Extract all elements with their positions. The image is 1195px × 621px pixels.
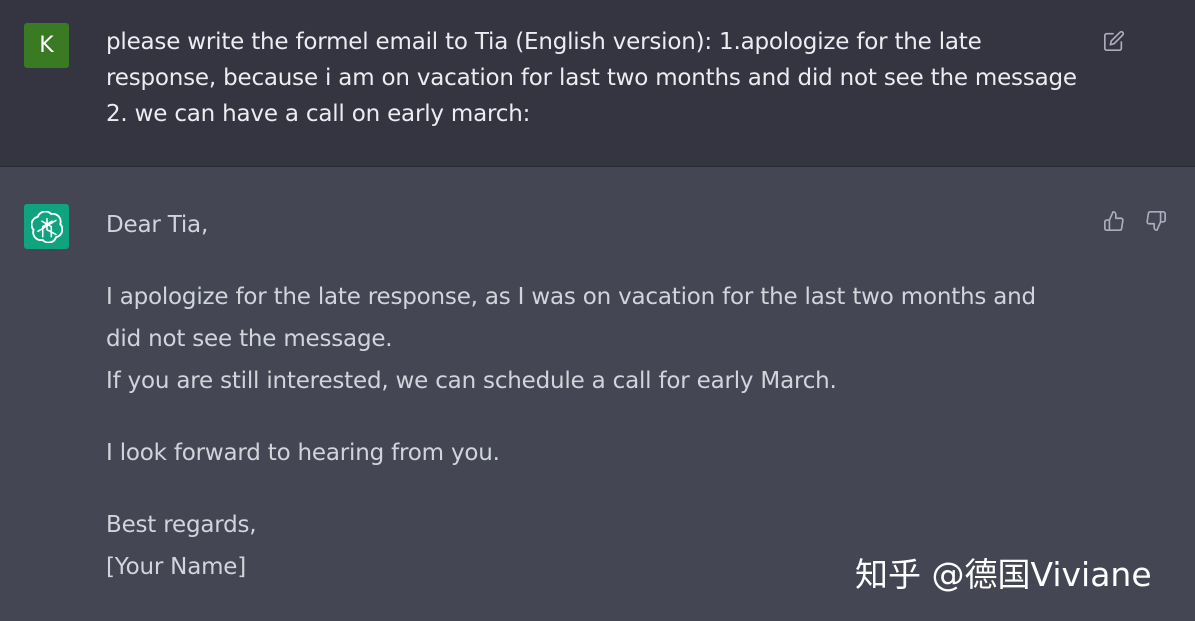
body-line-1: I apologize for the late response, as I … [106, 284, 1036, 310]
watermark-text: 知乎 @德国Viviane [855, 555, 1152, 594]
thumbs-down-icon[interactable] [1143, 208, 1169, 234]
body-line-2: did not see the message. [106, 326, 393, 352]
closing-line: Best regards, [106, 512, 257, 538]
edit-icon[interactable] [1101, 28, 1127, 54]
openai-logo-icon [24, 204, 69, 249]
user-message-row: K please write the formel email to Tia (… [0, 0, 1195, 167]
greeting-line: Dear Tia, [106, 212, 209, 238]
user-message-text: please write the formel email to Tia (En… [106, 29, 1077, 127]
user-avatar: K [24, 23, 69, 68]
assistant-message-text: Dear Tia, I apologize for the late respo… [106, 204, 1096, 588]
body-line-3: If you are still interested, we can sche… [106, 368, 837, 394]
body-line-4: I look forward to hearing from you. [106, 440, 500, 466]
thumbs-up-icon[interactable] [1101, 208, 1127, 234]
